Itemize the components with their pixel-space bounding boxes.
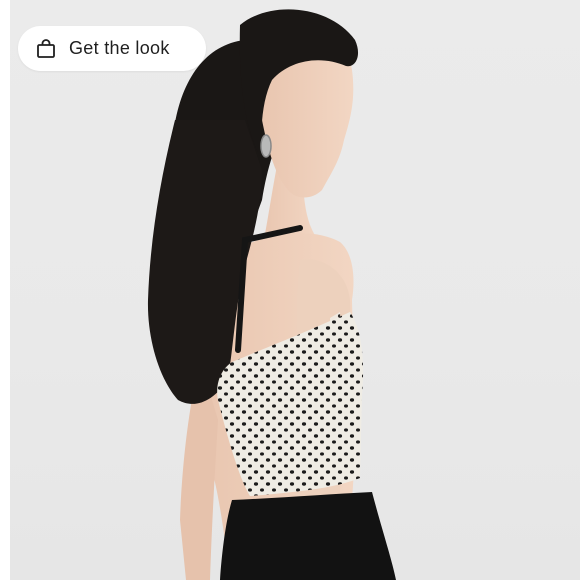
product-photo[interactable] [10,0,580,580]
product-image-frame: Get the look [0,0,580,580]
earring [260,134,272,158]
get-the-look-button[interactable]: Get the look [18,26,206,71]
black-skirt [220,492,396,580]
model-illustration [147,9,396,580]
shopping-bag-icon [36,38,56,59]
get-the-look-label: Get the look [69,38,170,58]
